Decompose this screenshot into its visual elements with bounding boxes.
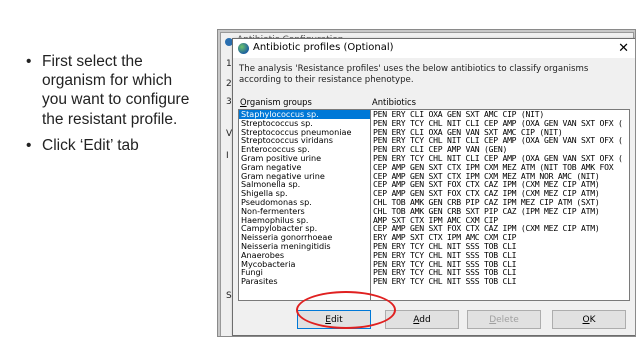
bullet-select-organism: • First select the organism for which yo… [26, 52, 201, 129]
bullet-text: Click ‘Edit’ tab [42, 136, 139, 154]
delete-label: elete [496, 315, 519, 325]
add-button[interactable]: Add [385, 310, 459, 329]
antibiotic-row[interactable]: PEN ERY TCY CHL NIT SSS TOB CLI [371, 277, 629, 286]
ok-button[interactable]: OK [552, 310, 626, 329]
close-icon[interactable]: ✕ [618, 40, 629, 56]
organism-groups-list[interactable]: Staphylococcus sp. Streptococcus sp. Strep… [238, 109, 371, 301]
organism-group-item[interactable]: Parasites [239, 277, 370, 286]
app-icon [238, 43, 249, 54]
dialog-title: Antibiotic profiles (Optional) [253, 42, 394, 53]
slide-bullet-list: • First select the organism for which yo… [26, 52, 201, 162]
screenshot-frame: Antibiotic Configuration 1. 2. 3. V I S … [217, 29, 636, 337]
bullet-dot-icon: • [26, 136, 32, 154]
organism-groups-header-text: rganism groups [246, 97, 312, 107]
add-label: dd [419, 315, 431, 325]
edit-highlight-ring [296, 291, 396, 329]
organism-groups-header: Organism groups [240, 97, 312, 107]
background-fragment: I [226, 151, 229, 161]
dialog-titlebar[interactable]: Antibiotic profiles (Optional) ✕ [233, 39, 635, 58]
antibiotics-list[interactable]: PEN ERY CLI OXA GEN SXT AMC CIP (NIT) PEN… [370, 109, 630, 301]
bullet-text: First select the organism for which you … [42, 53, 190, 128]
ok-label: K [589, 315, 596, 325]
delete-button[interactable]: Delete [467, 310, 541, 329]
organism-groups-header-accel: O [240, 97, 247, 107]
bullet-dot-icon: • [26, 53, 32, 70]
bullet-click-edit: • Click ‘Edit’ tab [26, 136, 201, 155]
antibiotics-header: Antibiotics [372, 97, 416, 107]
background-fragment: S [226, 291, 232, 301]
dialog-description: The analysis 'Resistance profiles' uses … [239, 64, 589, 85]
ok-accel: O [582, 315, 590, 325]
antibiotic-profiles-dialog: Antibiotic profiles (Optional) ✕ The ana… [232, 38, 635, 336]
